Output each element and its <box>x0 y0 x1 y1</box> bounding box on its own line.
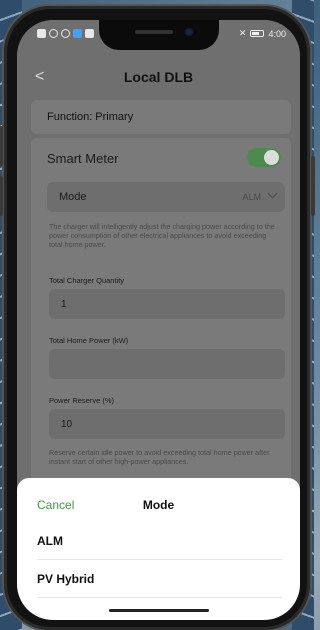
status-icons-right: ✕ 4:00 <box>239 28 286 39</box>
dlb-settings-card: Smart Meter Mode ALM The charger will in… <box>31 138 291 490</box>
wifi-icon <box>49 29 58 38</box>
smart-meter-label: Smart Meter <box>47 151 119 166</box>
smart-meter-row: Smart Meter <box>47 146 281 170</box>
volume-up-button <box>0 126 3 166</box>
speaker-grille <box>134 30 173 34</box>
smart-meter-toggle[interactable] <box>247 148 281 167</box>
charger-quantity-value: 1 <box>61 299 67 310</box>
home-power-input[interactable] <box>49 349 285 379</box>
mode-selector[interactable]: Mode ALM <box>47 182 285 212</box>
camera-icon <box>184 28 193 36</box>
home-indicator[interactable] <box>108 609 209 612</box>
phone-frame: ✕ 4:00 < Local DLB Function: Primary Sma… <box>0 6 315 630</box>
power-button <box>311 156 315 216</box>
mode-picker-sheet: Cancel Mode ALM PV Hybrid <box>17 478 300 620</box>
option-alm[interactable]: ALM <box>37 522 282 560</box>
mode-description: The charger will intelligently adjust th… <box>49 222 275 249</box>
search-icon <box>61 29 70 38</box>
home-power-label: Total Home Power (kW) <box>49 336 129 345</box>
phone-screen: ✕ 4:00 < Local DLB Function: Primary Sma… <box>17 20 300 620</box>
power-reserve-label: Power Reserve (%) <box>49 396 115 405</box>
app-icon <box>73 29 82 38</box>
notification-icon <box>37 29 46 38</box>
charger-quantity-label: Total Charger Quantity <box>49 276 125 285</box>
charger-quantity-input[interactable]: 1 <box>49 289 285 319</box>
reserve-description: Reserve certain idle power to avoid exce… <box>49 448 270 466</box>
sheet-title: Mode <box>142 498 175 512</box>
function-label: Function: Primary <box>47 111 134 123</box>
battery-icon <box>250 30 265 37</box>
mode-label: Mode <box>59 191 87 203</box>
page-header: < Local DLB <box>17 64 300 92</box>
status-time: 4:00 <box>268 28 286 39</box>
power-reserve-value: 10 <box>61 419 73 430</box>
option-label: PV Hybrid <box>37 572 95 586</box>
volume-down-button <box>0 176 3 216</box>
phone-notch <box>98 20 219 50</box>
status-icons-left <box>37 29 94 38</box>
chevron-down-icon <box>267 188 278 199</box>
option-pv-hybrid[interactable]: PV Hybrid <box>37 560 282 598</box>
option-label: ALM <box>37 534 63 548</box>
mode-value: ALM <box>242 192 261 202</box>
image-icon <box>85 29 94 38</box>
page-title: Local DLB <box>123 69 194 85</box>
function-row: Function: Primary <box>31 100 291 134</box>
power-reserve-input[interactable]: 10 <box>49 409 285 439</box>
toggle-knob <box>264 150 279 165</box>
mute-icon: ✕ <box>238 28 247 38</box>
